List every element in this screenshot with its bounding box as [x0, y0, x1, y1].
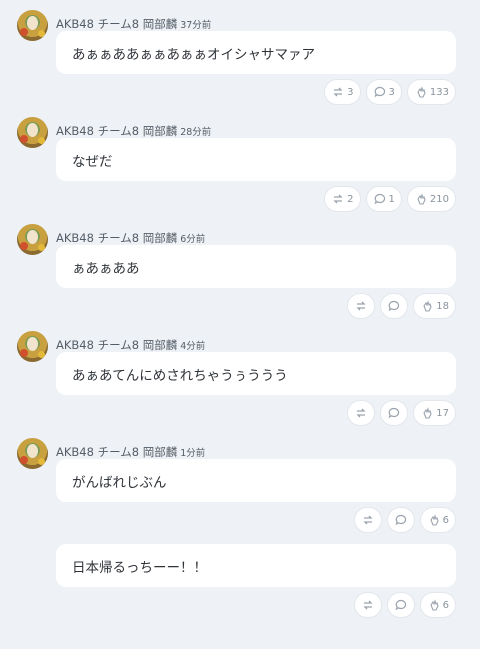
author-name[interactable]: AKB48 チーム8 岡部麟 — [56, 338, 177, 352]
post-text: がんばれじぶん — [56, 459, 456, 502]
post-text: あぁぁああぁぁあぁぁオイシャサマァア — [56, 31, 456, 74]
avatar[interactable] — [17, 224, 48, 255]
retweet-button[interactable] — [353, 507, 382, 533]
post-text: なぜだ — [56, 138, 456, 181]
clap-icon — [423, 300, 432, 312]
avatar[interactable] — [17, 438, 48, 469]
retweet-button[interactable]: 3 — [324, 79, 361, 105]
post-time: 37分前 — [180, 20, 212, 31]
clap-icon — [430, 599, 439, 611]
post-text: あぁあてんにめされちゃうぅううう — [56, 352, 456, 395]
author-name[interactable]: AKB48 チーム8 岡部麟 — [56, 445, 177, 459]
clap-icon — [430, 514, 439, 526]
comment-icon — [374, 86, 385, 98]
post-time: 4分前 — [180, 341, 206, 352]
retweet-button[interactable] — [347, 293, 376, 319]
clap-icon — [417, 193, 426, 205]
retweet-icon — [356, 301, 366, 311]
like-button[interactable]: 210 — [406, 186, 456, 212]
comment-icon — [395, 514, 406, 526]
comment-button[interactable]: 1 — [365, 186, 402, 212]
like-button[interactable]: 17 — [413, 400, 456, 426]
post-meta: AKB48 チーム8 岡部麟 37分前 — [56, 16, 211, 32]
post-time: 6分前 — [180, 234, 206, 245]
post-meta: AKB48 チーム8 岡部麟 6分前 — [56, 230, 205, 246]
retweet-count: 2 — [347, 193, 354, 205]
comment-button[interactable] — [386, 592, 415, 618]
retweet-icon — [333, 194, 343, 204]
author-name[interactable]: AKB48 チーム8 岡部麟 — [56, 124, 177, 138]
comment-count: 3 — [388, 86, 395, 98]
post-meta: AKB48 チーム8 岡部麟 1分前 — [56, 444, 205, 460]
clap-icon — [423, 407, 432, 419]
like-button[interactable]: 6 — [419, 507, 456, 533]
comment-icon — [388, 407, 400, 419]
post-text: ぁあぁああ — [56, 245, 456, 288]
retweet-button[interactable]: 2 — [324, 186, 361, 212]
comment-button[interactable] — [386, 507, 415, 533]
retweet-icon — [333, 87, 343, 97]
retweet-button[interactable] — [353, 592, 382, 618]
avatar[interactable] — [17, 331, 48, 362]
clap-icon — [417, 86, 426, 98]
comment-count: 1 — [388, 193, 395, 205]
like-count: 6 — [442, 514, 449, 526]
like-count: 6 — [442, 599, 449, 611]
like-button[interactable]: 18 — [413, 293, 456, 319]
like-count: 17 — [436, 407, 449, 419]
retweet-icon — [363, 600, 373, 610]
retweet-button[interactable] — [347, 400, 376, 426]
like-button[interactable]: 6 — [419, 592, 456, 618]
post-time: 1分前 — [180, 448, 206, 459]
comment-icon — [395, 599, 406, 611]
avatar[interactable] — [17, 117, 48, 148]
comment-button[interactable]: 3 — [365, 79, 402, 105]
author-name[interactable]: AKB48 チーム8 岡部麟 — [56, 231, 177, 245]
post-time: 28分前 — [180, 127, 212, 138]
post-meta: AKB48 チーム8 岡部麟 28分前 — [56, 123, 211, 139]
like-count: 210 — [429, 193, 449, 205]
like-button[interactable]: 133 — [406, 79, 456, 105]
avatar[interactable] — [17, 10, 48, 41]
post-text: 日本帰るっちーー！！ — [56, 544, 456, 587]
retweet-icon — [363, 515, 373, 525]
comment-button[interactable] — [380, 293, 409, 319]
like-count: 18 — [436, 300, 449, 312]
author-name[interactable]: AKB48 チーム8 岡部麟 — [56, 17, 177, 31]
retweet-count: 3 — [347, 86, 354, 98]
comment-icon — [374, 193, 385, 205]
post-meta: AKB48 チーム8 岡部麟 4分前 — [56, 337, 205, 353]
comment-icon — [388, 300, 400, 312]
like-count: 133 — [429, 86, 449, 98]
comment-button[interactable] — [380, 400, 409, 426]
retweet-icon — [356, 408, 366, 418]
